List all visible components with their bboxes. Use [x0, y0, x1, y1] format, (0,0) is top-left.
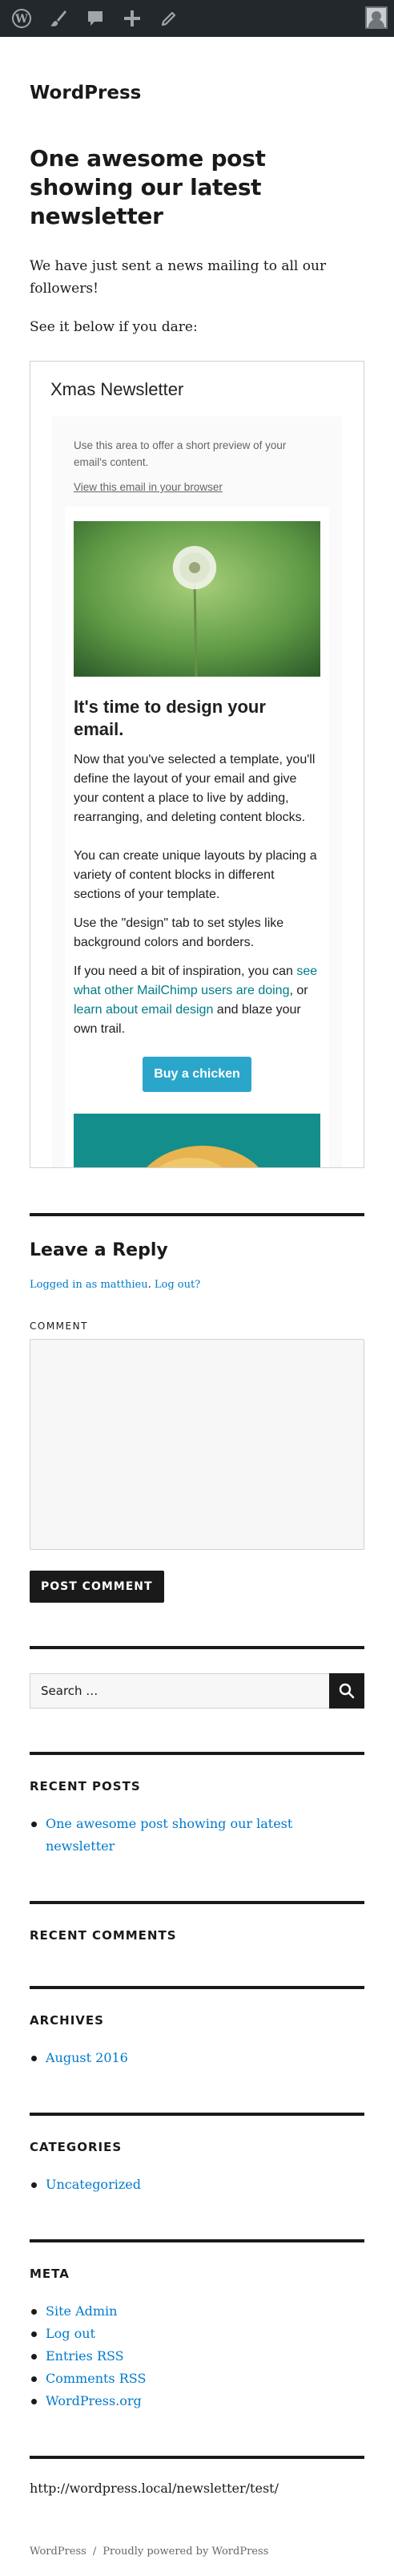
site-admin-link[interactable]: Site Admin — [46, 2303, 117, 2319]
divider — [30, 2456, 364, 2459]
email-text: , or — [289, 984, 308, 997]
chicken-image — [74, 1114, 320, 1167]
comment-label: COMMENT — [30, 1320, 88, 1332]
site-content: WordPress One awesome post showing our l… — [0, 37, 394, 2569]
reply-title: Leave a Reply — [30, 1240, 168, 1260]
logout-link[interactable]: Log out? — [155, 1279, 200, 1291]
status-url: http://wordpress.local/newsletter/test/ — [30, 2481, 279, 2496]
divider — [30, 1752, 364, 1755]
user-avatar[interactable] — [365, 6, 388, 29]
wordpress-org-link[interactable]: WordPress.org — [46, 2393, 142, 2408]
logged-separator: . — [147, 1279, 155, 1291]
avatar-head-icon — [372, 11, 381, 21]
customize-icon[interactable] — [40, 0, 77, 37]
search-widget — [30, 1646, 364, 1709]
meta-widget: META Site Admin Log out Entries RSS Comm… — [30, 2239, 364, 2412]
comments-rss-link[interactable]: Comments RSS — [46, 2371, 146, 2386]
search-button[interactable] — [329, 1673, 364, 1709]
recent-post-link[interactable]: One awesome post showing our latest news… — [46, 1816, 292, 1854]
email-paragraph: Now that you've selected a template, you… — [74, 753, 316, 824]
comment-textarea[interactable] — [30, 1339, 364, 1550]
recent-posts-widget: RECENT POSTS One awesome post showing ou… — [30, 1752, 364, 1858]
divider — [30, 2239, 364, 2242]
site-title[interactable]: WordPress — [30, 83, 141, 103]
status-url-section: http://wordpress.local/newsletter/test/ — [30, 2456, 364, 2496]
email-paragraph: Use the "design" tab to set styles like … — [74, 916, 284, 949]
search-form — [30, 1673, 364, 1709]
post-comment-button[interactable]: POST COMMENT — [30, 1571, 164, 1603]
archive-link[interactable]: August 2016 — [46, 2050, 128, 2065]
new-content-icon[interactable] — [114, 0, 151, 37]
search-icon — [339, 1683, 355, 1699]
comments-icon[interactable] — [77, 0, 114, 37]
wordpress-logo-icon[interactable]: W — [3, 0, 40, 37]
search-input[interactable] — [30, 1673, 329, 1709]
preheader-text: Use this area to offer a short preview o… — [74, 439, 287, 468]
archives-widget: ARCHIVES August 2016 — [30, 1986, 364, 2069]
widget-title: META — [30, 2267, 70, 2281]
dandelion-image — [74, 521, 320, 677]
list-item: One awesome post showing our latest news… — [30, 1813, 364, 1858]
categories-list: Uncategorized — [30, 2174, 364, 2196]
email-body: It's time to design your email. Now that… — [65, 507, 329, 1167]
categories-widget: CATEGORIES Uncategorized — [30, 2113, 364, 2196]
widget-title: ARCHIVES — [30, 2013, 104, 2028]
email-design-link[interactable]: learn about email design — [74, 1003, 213, 1017]
svg-text:W: W — [14, 13, 28, 26]
widget-title: RECENT COMMENTS — [30, 1928, 177, 1943]
footer-site-link[interactable]: WordPress — [30, 2546, 86, 2558]
newsletter-title: Xmas Newsletter — [50, 379, 184, 399]
logged-in-text: Logged in as matthieu. Log out? — [30, 1279, 364, 1291]
recent-posts-list: One awesome post showing our latest news… — [30, 1813, 364, 1858]
post-paragraph: See it below if you dare: — [30, 319, 198, 335]
button-row: Buy a chicken — [74, 1057, 320, 1092]
divider — [30, 1901, 364, 1904]
site-footer: WordPress / Proudly powered by WordPress — [30, 2546, 364, 2569]
post-paragraph: We have just sent a news mailing to all … — [30, 258, 327, 297]
email-heading: It's time to design your email. — [74, 697, 266, 739]
view-in-browser-link[interactable]: View this email in your browser — [74, 479, 223, 495]
divider — [30, 2113, 364, 2116]
comments-section: Leave a Reply Logged in as matthieu. Log… — [30, 1213, 364, 1603]
logout-link[interactable]: Log out — [46, 2326, 95, 2341]
list-item: Log out — [30, 2323, 364, 2345]
recent-comments-widget: RECENT COMMENTS — [30, 1901, 364, 1943]
logged-in-link[interactable]: Logged in as matthieu — [30, 1279, 148, 1291]
widget-title: CATEGORIES — [30, 2140, 123, 2154]
entries-rss-link[interactable]: Entries RSS — [46, 2348, 124, 2364]
widget-title: RECENT POSTS — [30, 1779, 141, 1793]
newsletter-frame[interactable]: Use this area to offer a short preview o… — [52, 416, 342, 1167]
post-content: We have just sent a news mailing to all … — [30, 255, 364, 338]
list-item: Uncategorized — [30, 2174, 364, 2196]
email-preheader: Use this area to offer a short preview o… — [65, 416, 329, 507]
edit-icon[interactable] — [151, 0, 187, 37]
meta-list: Site Admin Log out Entries RSS Comments … — [30, 2300, 364, 2412]
footer-separator: / — [92, 2546, 97, 2558]
email-paragraph: You can create unique layouts by placing… — [74, 849, 317, 901]
list-item: August 2016 — [30, 2047, 364, 2069]
archives-list: August 2016 — [30, 2047, 364, 2069]
list-item: Site Admin — [30, 2300, 364, 2323]
email-text: If you need a bit of inspiration, you ca… — [74, 964, 297, 978]
email-paragraph: If you need a bit of inspiration, you ca… — [74, 962, 320, 1039]
list-item: Entries RSS — [30, 2345, 364, 2368]
divider — [30, 1986, 364, 1989]
post-title: One awesome post showing our latest news… — [30, 145, 266, 229]
newsletter-embed: Xmas Newsletter Use this area to offer a… — [30, 361, 364, 1168]
admin-bar: W — [0, 0, 394, 37]
buy-chicken-button[interactable]: Buy a chicken — [143, 1057, 251, 1092]
category-link[interactable]: Uncategorized — [46, 2177, 141, 2192]
powered-by-link[interactable]: Proudly powered by WordPress — [103, 2546, 268, 2558]
divider — [30, 1213, 364, 1216]
list-item: WordPress.org — [30, 2390, 364, 2412]
list-item: Comments RSS — [30, 2368, 364, 2390]
divider — [30, 1646, 364, 1649]
